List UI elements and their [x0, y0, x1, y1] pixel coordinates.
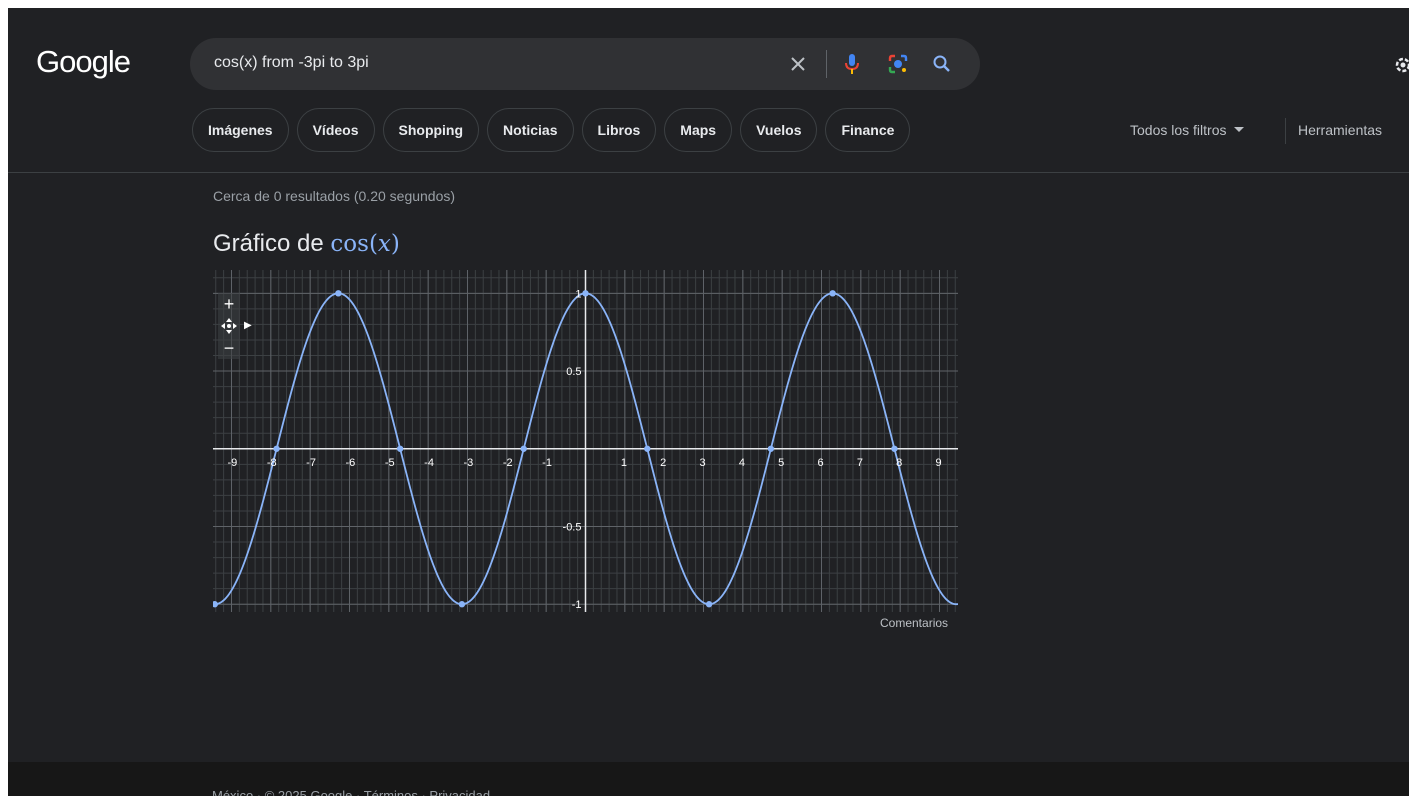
- graph-title-var: x: [377, 231, 391, 257]
- graph-title-expression: cos(x): [330, 231, 400, 257]
- poi-point: [644, 445, 651, 452]
- footer: México · © 2025 Google · Términos · Priv…: [8, 762, 1409, 796]
- x-tick-label: 3: [700, 457, 706, 469]
- x-tick-label: 8: [896, 457, 902, 469]
- footer-text: México · © 2025 Google · Términos · Priv…: [212, 788, 491, 796]
- y-tick-label: -1: [572, 599, 582, 611]
- pan-right-icon[interactable]: ▶: [244, 320, 252, 331]
- chevron-down-icon: [1234, 127, 1245, 132]
- chip-finance[interactable]: Finance: [825, 108, 911, 152]
- search-query[interactable]: cos(x) from -3pi to 3pi: [214, 54, 369, 72]
- x-tick-label: 9: [936, 457, 942, 469]
- poi-point: [829, 290, 836, 297]
- settings-icon[interactable]: [1392, 54, 1409, 76]
- x-tick-label: 7: [857, 457, 863, 469]
- poi-point: [458, 601, 466, 608]
- browser-frame: Google cos(x) from -3pi to 3pi Imágenes …: [8, 8, 1409, 796]
- graph-title-prefix: Gráfico de: [213, 230, 324, 257]
- lens-icon[interactable]: [886, 52, 910, 76]
- poi-point: [767, 445, 775, 452]
- chip-imagenes[interactable]: Imágenes: [192, 108, 289, 152]
- poi-point: [705, 601, 713, 608]
- chip-maps[interactable]: Maps: [664, 108, 733, 152]
- poi-point: [213, 601, 218, 608]
- x-tick-label: -5: [385, 457, 395, 469]
- poi-point: [335, 290, 342, 297]
- poi-point: [396, 445, 404, 452]
- zoom-in-button[interactable]: +: [218, 293, 240, 315]
- x-tick-label: -1: [542, 457, 552, 469]
- poi-point: [582, 290, 589, 297]
- x-tick-label: -4: [424, 457, 434, 469]
- chip-vuelos[interactable]: Vuelos: [740, 108, 818, 152]
- close-icon[interactable]: [786, 52, 810, 76]
- x-tick-label: -3: [463, 457, 473, 469]
- y-tick-label: 0.5: [566, 366, 581, 378]
- all-filters-label: Todos los filtros: [1130, 122, 1227, 138]
- google-logo[interactable]: Google: [36, 44, 131, 80]
- poi-point: [891, 445, 898, 452]
- mic-icon[interactable]: [840, 52, 864, 76]
- pan-icon[interactable]: [218, 315, 240, 337]
- chip-noticias[interactable]: Noticias: [487, 108, 574, 152]
- x-tick-label: -8: [267, 457, 277, 469]
- x-tick-label: -6: [345, 457, 355, 469]
- search-icon[interactable]: [930, 52, 954, 76]
- zoom-controls: + −: [218, 293, 242, 359]
- x-tick-label: 1: [621, 457, 627, 469]
- search-divider: [826, 50, 827, 78]
- graph-title-fn: cos: [330, 231, 369, 257]
- chip-shopping[interactable]: Shopping: [382, 108, 480, 152]
- result-stats: Cerca de 0 resultados (0.20 segundos): [213, 188, 456, 204]
- x-tick-label: -7: [306, 457, 316, 469]
- zoom-out-button[interactable]: −: [218, 337, 240, 359]
- header-divider: [8, 172, 1409, 173]
- y-tick-label: 1: [575, 288, 581, 300]
- function-graph[interactable]: -9 -8 -7 -6 -5 -4 -3 -2 -1 1 2 3 4 5 6 7 8 9 1 0.5 -0.5 -1: [213, 270, 958, 612]
- filters-divider: [1285, 118, 1286, 144]
- poi-point: [520, 445, 527, 452]
- x-tick-label: 4: [739, 457, 745, 469]
- poi-point: [273, 445, 280, 452]
- x-tick-label: -9: [227, 457, 237, 469]
- search-box[interactable]: cos(x) from -3pi to 3pi: [190, 38, 980, 90]
- x-tick-label: -2: [503, 457, 513, 469]
- filter-chips: Imágenes Vídeos Shopping Noticias Libros…: [192, 108, 911, 154]
- feedback-link[interactable]: Comentarios: [880, 616, 948, 630]
- chip-videos[interactable]: Vídeos: [296, 108, 375, 152]
- all-filters-dropdown[interactable]: Todos los filtros: [1130, 122, 1245, 138]
- graph-title: Gráfico de cos(x): [213, 230, 400, 258]
- chip-libros[interactable]: Libros: [581, 108, 657, 152]
- x-tick-label: 2: [660, 457, 666, 469]
- graph-canvas[interactable]: -9 -8 -7 -6 -5 -4 -3 -2 -1 1 2 3 4 5 6 7 8 9 1 0.5 -0.5 -1: [213, 270, 958, 612]
- x-tick-label: 6: [818, 457, 824, 469]
- x-tick-label: 5: [778, 457, 784, 469]
- y-tick-label: -0.5: [563, 522, 582, 534]
- tools-button[interactable]: Herramientas: [1298, 122, 1382, 138]
